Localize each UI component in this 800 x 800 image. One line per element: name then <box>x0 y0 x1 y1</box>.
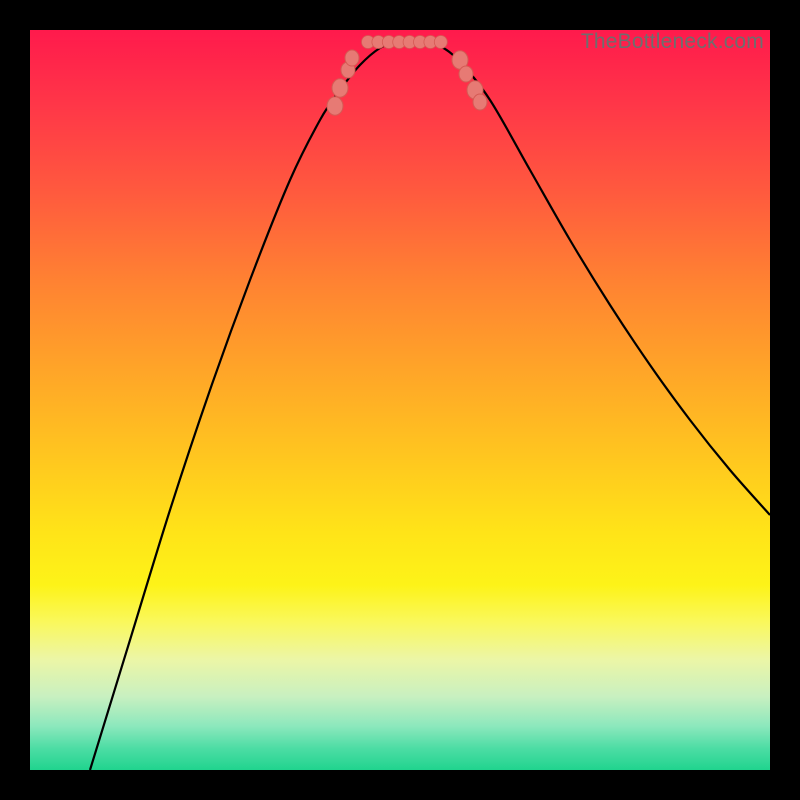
bottleneck-curve-svg <box>30 30 770 770</box>
curve-markers <box>327 50 487 115</box>
watermark-label: TheBottleneck.com <box>581 30 764 54</box>
marker-dot <box>327 97 343 115</box>
plot-area <box>30 30 770 770</box>
chart-frame: TheBottleneck.com <box>0 0 800 800</box>
marker-dot <box>332 79 348 97</box>
bottom-seg-dot <box>434 36 447 49</box>
curve-bottom-segment <box>362 36 448 49</box>
marker-dot <box>459 66 473 82</box>
marker-dot <box>473 94 487 110</box>
marker-dot <box>345 50 359 66</box>
bottleneck-curve <box>90 39 770 770</box>
